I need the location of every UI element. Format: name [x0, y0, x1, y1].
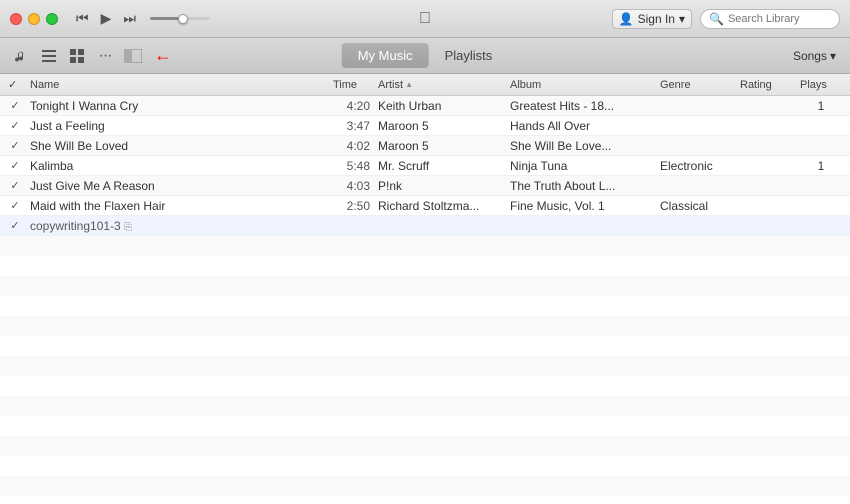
row-name: copywriting101-3 ⎘ — [26, 219, 329, 233]
row-check: ✓ — [4, 139, 26, 152]
header-genre[interactable]: Genre — [656, 79, 736, 91]
row-album: She Will Be Love... — [506, 139, 656, 153]
table-row[interactable]: ✓ Just a Feeling 3:47 Maroon 5 Hands All… — [0, 116, 850, 136]
row-name: Just Give Me A Reason — [26, 179, 329, 193]
row-artist: Keith Urban — [374, 99, 494, 113]
row-name: Kalimba — [26, 159, 329, 173]
red-arrow: ← — [154, 45, 184, 67]
empty-rows — [0, 236, 850, 504]
row-artist: Maroon 5 — [374, 139, 494, 153]
list-view-icon[interactable] — [38, 45, 60, 67]
forward-button[interactable]: ⏭ — [121, 10, 138, 27]
search-box[interactable]: 🔍 — [700, 9, 840, 29]
row-name: Just a Feeling — [26, 119, 329, 133]
row-time: 3:47 — [329, 119, 374, 133]
close-button[interactable] — [10, 13, 22, 25]
table-header: ✓ Name Time Artist ▲ Album Genre Rating … — [0, 74, 850, 96]
row-genre: Electronic — [656, 159, 736, 173]
row-album: Greatest Hits - 18... — [506, 99, 656, 113]
document-icon: ⎘ — [124, 222, 132, 233]
song-list: ✓ Tonight I Wanna Cry 4:20 Keith Urban G… — [0, 96, 850, 236]
search-icon: 🔍 — [709, 12, 724, 26]
sidebar-toggle-icon[interactable] — [122, 45, 144, 67]
row-check: ✓ — [4, 179, 26, 192]
row-artist: Maroon 5 — [374, 119, 494, 133]
header-artist[interactable]: Artist ▲ — [374, 79, 494, 91]
header-name[interactable]: Name — [26, 79, 329, 91]
window-controls — [10, 13, 58, 25]
row-check: ✓ — [4, 199, 26, 212]
row-check: ✓ — [4, 159, 26, 172]
songs-label: Songs — [793, 49, 827, 63]
volume-thumb — [178, 14, 188, 24]
row-album: Ninja Tuna — [506, 159, 656, 173]
header-check: ✓ — [4, 78, 26, 91]
row-time: 4:03 — [329, 179, 374, 193]
row-genre: Classical — [656, 199, 736, 213]
row-artist: P!nk — [374, 179, 494, 193]
row-check: ✓ — [4, 219, 26, 232]
right-controls: 👤 Sign In ▾ 🔍 — [612, 9, 840, 29]
sort-arrow: ▲ — [405, 80, 413, 89]
table-row[interactable]: ✓ copywriting101-3 ⎘ — [0, 216, 850, 236]
row-name: Maid with the Flaxen Hair — [26, 199, 329, 213]
tab-my-music[interactable]: My Music — [342, 43, 429, 68]
header-album[interactable]: Album — [506, 79, 656, 91]
header-plays[interactable]: Plays — [796, 79, 846, 91]
row-name: She Will Be Loved — [26, 139, 329, 153]
row-time: 5:48 — [329, 159, 374, 173]
music-note-icon[interactable] — [10, 45, 32, 67]
row-time: 2:50 — [329, 199, 374, 213]
songs-chevron: ▾ — [830, 49, 836, 63]
header-rating[interactable]: Rating — [736, 79, 796, 91]
maximize-button[interactable] — [46, 13, 58, 25]
row-artist: Richard Stoltzma... — [374, 199, 494, 213]
more-options-button[interactable]: ··· — [94, 45, 116, 67]
table-row[interactable]: ✓ Tonight I Wanna Cry 4:20 Keith Urban G… — [0, 96, 850, 116]
main-content: ✓ Name Time Artist ▲ Album Genre Rating … — [0, 74, 850, 504]
table-row[interactable]: ✓ Kalimba 5:48 Mr. Scruff Ninja Tuna Ele… — [0, 156, 850, 176]
search-input[interactable] — [728, 13, 831, 25]
row-time: 4:20 — [329, 99, 374, 113]
table-row[interactable]: ✓ Just Give Me A Reason 4:03 P!nk The Tr… — [0, 176, 850, 196]
sign-in-button[interactable]: 👤 Sign In ▾ — [612, 9, 692, 29]
minimize-button[interactable] — [28, 13, 40, 25]
row-artist: Mr. Scruff — [374, 159, 494, 173]
row-plays: 1 — [796, 159, 846, 173]
toolbar: ··· ← My Music Playlists Songs ▾ — [0, 38, 850, 74]
row-plays: 1 — [796, 99, 846, 113]
row-album: Fine Music, Vol. 1 — [506, 199, 656, 213]
row-check: ✓ — [4, 119, 26, 132]
row-time: 4:02 — [329, 139, 374, 153]
title-bar: ⏮ ▶ ⏭  👤 Sign In ▾ 🔍 — [0, 0, 850, 38]
sign-in-label: Sign In — [638, 12, 675, 26]
tabs-area: My Music Playlists — [342, 43, 509, 68]
rewind-button[interactable]: ⏮ — [74, 10, 91, 27]
transport-controls: ⏮ ▶ ⏭ — [74, 10, 210, 27]
table-row[interactable]: ✓ She Will Be Loved 4:02 Maroon 5 She Wi… — [0, 136, 850, 156]
row-album: Hands All Over — [506, 119, 656, 133]
row-name: Tonight I Wanna Cry — [26, 99, 329, 113]
header-time[interactable]: Time — [329, 79, 374, 91]
apple-logo:  — [419, 10, 431, 28]
person-icon: 👤 — [619, 12, 634, 26]
table-row[interactable]: ✓ Maid with the Flaxen Hair 2:50 Richard… — [0, 196, 850, 216]
volume-slider[interactable] — [150, 17, 210, 20]
row-check: ✓ — [4, 99, 26, 112]
row-album: The Truth About L... — [506, 179, 656, 193]
chevron-down-icon: ▾ — [679, 12, 685, 26]
table-container: ✓ Name Time Artist ▲ Album Genre Rating … — [0, 74, 850, 504]
play-button[interactable]: ▶ — [99, 10, 114, 27]
tab-playlists[interactable]: Playlists — [429, 43, 509, 68]
songs-dropdown[interactable]: Songs ▾ — [793, 49, 840, 63]
grid-view-icon[interactable] — [66, 45, 88, 67]
